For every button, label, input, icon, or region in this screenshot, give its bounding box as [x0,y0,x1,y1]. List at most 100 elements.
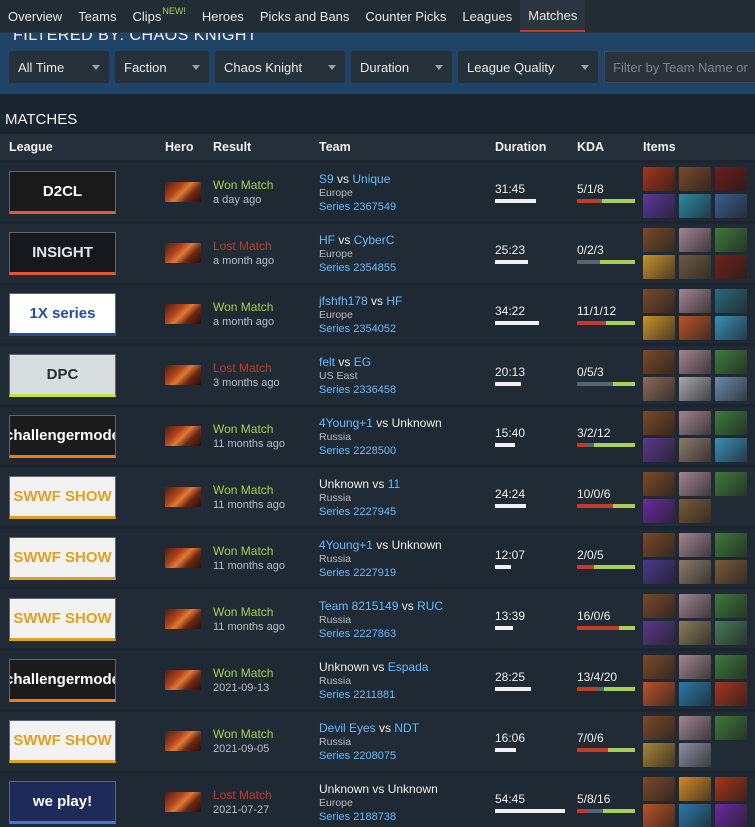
item-icon[interactable] [643,471,675,496]
series-link[interactable]: Series 2227945 [319,506,495,518]
team2-name[interactable]: NDT [394,721,419,735]
hero-cell[interactable] [164,182,213,202]
item-icon[interactable] [715,559,747,584]
item-icon[interactable] [643,227,675,252]
chaos-knight-hero-icon[interactable] [165,304,201,324]
item-icon[interactable] [715,193,747,218]
item-icon[interactable] [643,776,675,801]
item-icon[interactable] [643,742,675,767]
table-row[interactable]: INSIGHT Lost Match a month ago HF vs CyberC… [0,224,755,282]
series-link[interactable]: Series 2208075 [319,750,495,762]
item-icon[interactable] [643,254,675,279]
nav-clips[interactable]: Clips NEW! [124,0,193,32]
league-cell[interactable]: challengermode [0,658,164,702]
item-icon[interactable] [643,166,675,191]
league-logo[interactable]: SWWF SHOW [9,536,116,580]
team-filter-input[interactable] [604,51,755,83]
item-icon[interactable] [715,471,747,496]
table-row[interactable]: SWWF SHOW Won Match 11 months ago 4Young+1 … [0,529,755,587]
chaos-knight-hero-icon[interactable] [165,182,201,202]
league-cell[interactable]: 1X series [0,292,164,336]
item-icon[interactable] [715,315,747,340]
item-icon[interactable] [679,376,711,401]
hero-cell[interactable] [164,548,213,568]
hero-cell[interactable] [164,304,213,324]
item-icon[interactable] [679,620,711,645]
league-cell[interactable]: SWWF SHOW [0,597,164,641]
item-icon[interactable] [679,410,711,435]
faction-dropdown[interactable]: Faction [115,51,209,83]
series-link[interactable]: Series 2354855 [319,262,495,274]
item-icon[interactable] [643,654,675,679]
team1-name[interactable]: Team 8215149 [319,599,398,613]
hero-cell[interactable] [164,365,213,385]
nav-leagues[interactable]: Leagues [454,0,520,32]
chaos-knight-hero-icon[interactable] [165,731,201,751]
league-logo[interactable]: SWWF SHOW [9,719,116,763]
league-cell[interactable]: INSIGHT [0,231,164,275]
series-link[interactable]: Series 2188738 [319,811,495,823]
item-icon[interactable] [715,376,747,401]
item-icon[interactable] [643,349,675,374]
team2-name[interactable]: HF [386,294,402,308]
item-icon[interactable] [643,193,675,218]
item-icon[interactable] [643,498,675,523]
league-cell[interactable]: D2CL [0,170,164,214]
item-icon[interactable] [679,776,711,801]
item-icon[interactable] [679,288,711,313]
hero-cell[interactable] [164,792,213,812]
match-result[interactable]: Won Match [213,605,319,619]
league-logo[interactable]: SWWF SHOW [9,597,116,641]
duration-dropdown[interactable]: Duration [351,51,452,83]
match-result[interactable]: Won Match [213,666,319,680]
table-row[interactable]: 1X series Won Match a month ago jfshfh178 v… [0,285,755,343]
item-icon[interactable] [643,288,675,313]
league-cell[interactable]: SWWF SHOW [0,475,164,519]
hero-dropdown[interactable]: Chaos Knight [215,51,345,83]
item-icon[interactable] [643,559,675,584]
item-icon[interactable] [715,620,747,645]
series-link[interactable]: Series 2367549 [319,201,495,213]
league-logo[interactable]: SWWF SHOW [9,475,116,519]
chaos-knight-hero-icon[interactable] [165,487,201,507]
item-icon[interactable] [643,410,675,435]
team1-name[interactable]: jfshfh178 [319,294,368,308]
team2-name[interactable]: CyberC [354,233,395,247]
table-row[interactable]: D2CL Won Match a day ago S9 vs Unique Europe… [0,163,755,221]
match-result[interactable]: Won Match [213,727,319,741]
time-dropdown[interactable]: All Time [9,51,109,83]
item-icon[interactable] [715,593,747,618]
item-icon[interactable] [679,803,711,827]
league-logo[interactable]: we play! [9,780,116,824]
item-icon[interactable] [679,349,711,374]
table-row[interactable]: SWWF SHOW Won Match 2021-09-05 Devil Eyes v… [0,712,755,770]
chaos-knight-hero-icon[interactable] [165,426,201,446]
item-icon[interactable] [643,376,675,401]
nav-matches[interactable]: Matches [520,0,586,32]
league-cell[interactable]: challengermode [0,414,164,458]
item-icon[interactable] [715,532,747,557]
nav-heroes[interactable]: Heroes [194,0,252,32]
item-icon[interactable] [679,681,711,706]
item-icon[interactable] [715,166,747,191]
nav-counter-picks[interactable]: Counter Picks [357,0,454,32]
team2-name[interactable]: RUC [417,599,443,613]
series-link[interactable]: Series 2227863 [319,628,495,640]
team2-name[interactable]: Espada [388,660,429,674]
item-icon[interactable] [715,288,747,313]
item-icon[interactable] [679,715,711,740]
item-icon[interactable] [715,654,747,679]
match-result[interactable]: Lost Match [213,788,319,802]
match-result[interactable]: Lost Match [213,361,319,375]
item-icon[interactable] [679,559,711,584]
team2-name[interactable]: 11 [388,477,400,491]
item-icon[interactable] [679,593,711,618]
item-icon[interactable] [643,593,675,618]
item-icon[interactable] [679,227,711,252]
match-result[interactable]: Won Match [213,422,319,436]
league-cell[interactable]: DPC [0,353,164,397]
nav-teams[interactable]: Teams [70,0,124,32]
team1-name[interactable]: felt [319,355,335,369]
match-result[interactable]: Won Match [213,300,319,314]
hero-cell[interactable] [164,731,213,751]
